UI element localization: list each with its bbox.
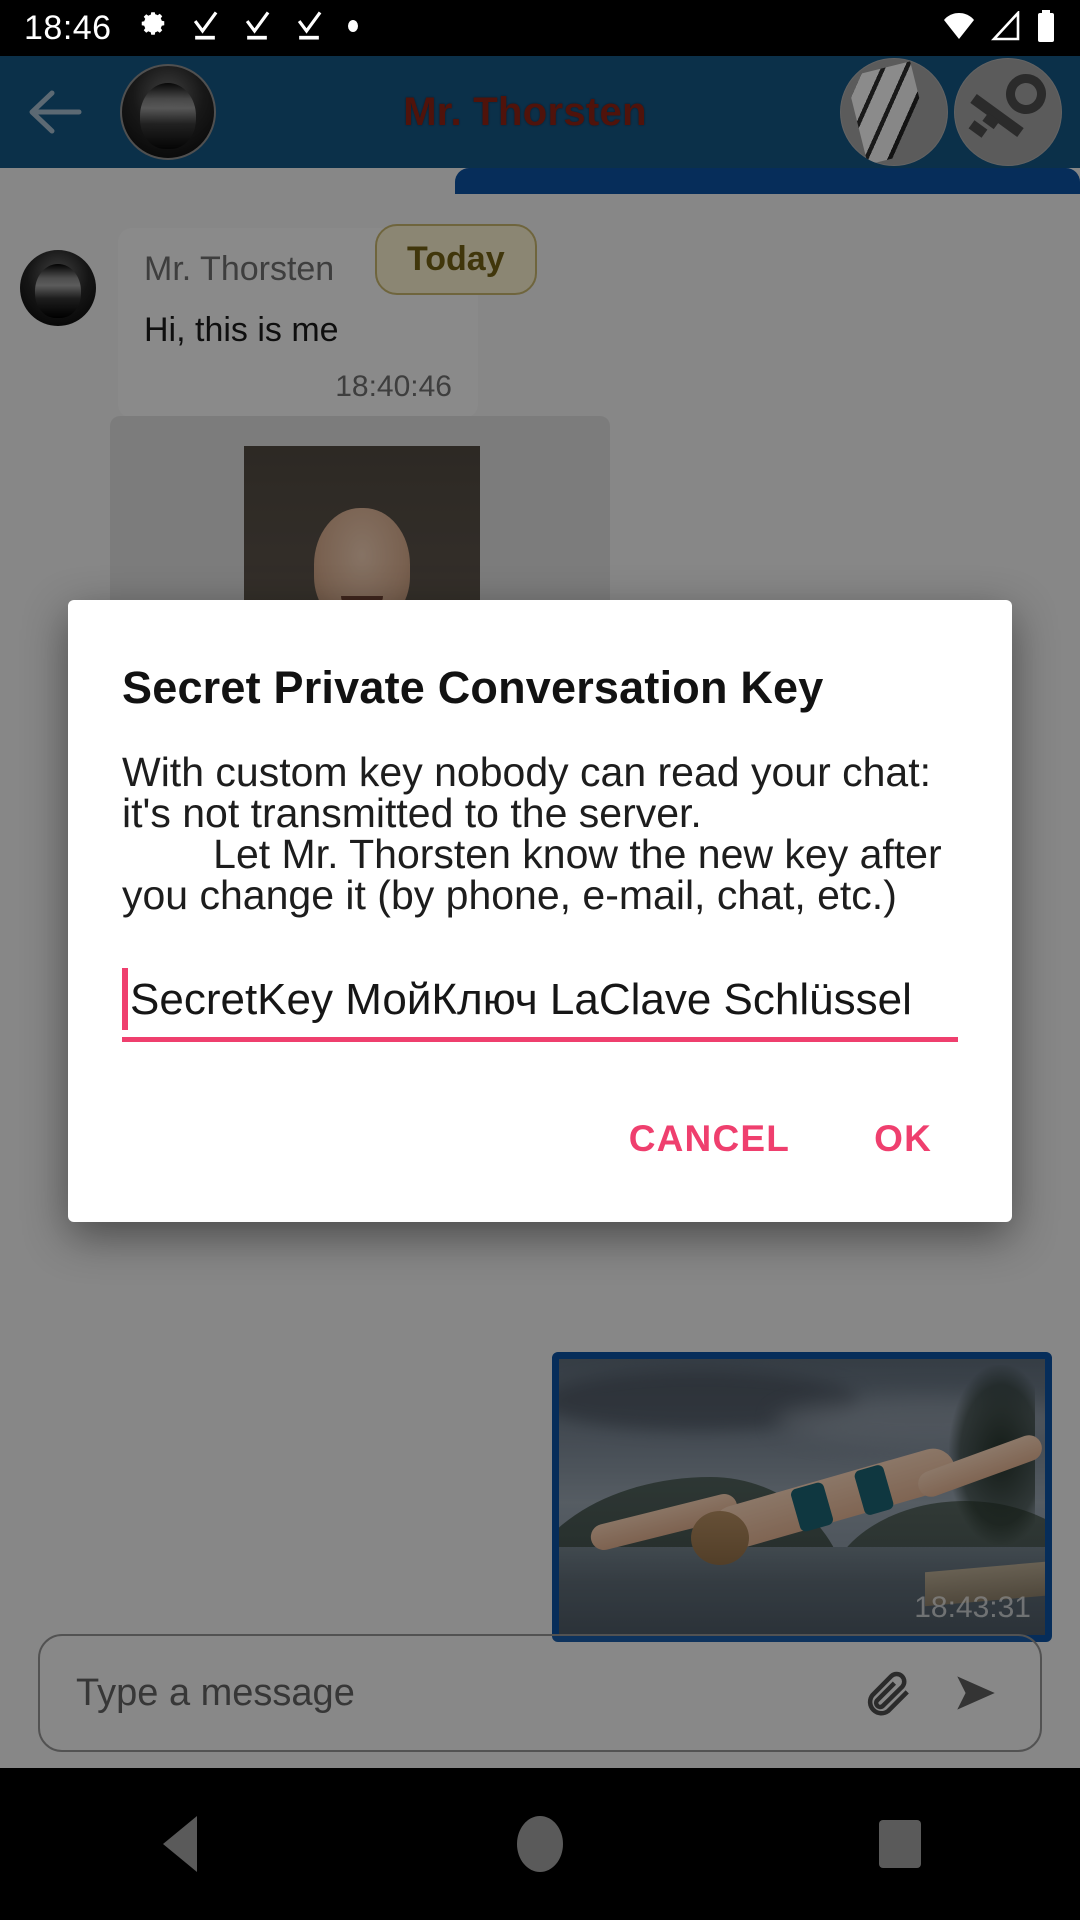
status-bar-system-icons	[942, 9, 1056, 47]
dialog-message: With custom key nobody can read your cha…	[122, 749, 942, 918]
gear-icon	[138, 11, 168, 46]
phone-screen: 18:46 Mr. Thorsten Mr. Thorsten Hi, this…	[0, 0, 1080, 1920]
text-caret	[122, 968, 128, 1030]
status-bar-clock: 18:46	[24, 8, 112, 47]
dialog-title: Secret Private Conversation Key	[122, 662, 824, 713]
status-bar-notification-icons	[138, 10, 360, 47]
check-underline-icon	[242, 10, 272, 47]
battery-icon	[1036, 9, 1056, 47]
check-underline-icon	[190, 10, 220, 47]
secret-key-field-wrapper: SecretKey МойКлюч LaClave Schlüssel	[122, 964, 958, 1046]
status-bar: 18:46	[0, 0, 1080, 56]
secret-key-input[interactable]: SecretKey МойКлюч LaClave Schlüssel	[122, 964, 958, 1042]
dot-icon	[346, 19, 360, 38]
secret-key-value: SecretKey МойКлюч LaClave Schlüssel	[130, 975, 912, 1024]
cellular-signal-icon	[990, 9, 1022, 46]
secret-key-dialog: Secret Private Conversation Key With cus…	[68, 600, 1012, 1222]
dialog-actions: CANCEL OK	[122, 1102, 958, 1188]
wifi-icon	[942, 11, 976, 46]
check-underline-icon	[294, 10, 324, 47]
ok-button[interactable]: OK	[848, 1102, 958, 1176]
cancel-button[interactable]: CANCEL	[603, 1102, 816, 1176]
